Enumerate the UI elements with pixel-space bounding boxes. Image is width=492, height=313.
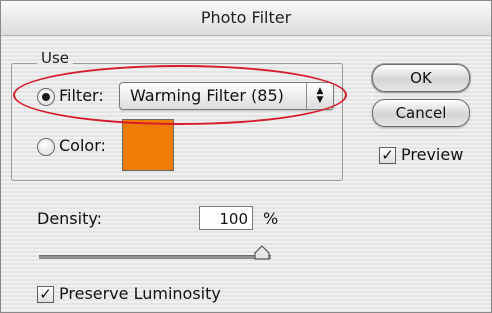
- density-label: Density:: [37, 209, 103, 228]
- preview-label: Preview: [401, 145, 464, 164]
- use-group-label: Use: [37, 49, 74, 67]
- checkmark-icon: ✓: [39, 285, 52, 303]
- color-swatch[interactable]: [122, 119, 174, 171]
- preview-checkbox[interactable]: ✓: [379, 147, 396, 164]
- window-titlebar[interactable]: Photo Filter: [1, 1, 491, 36]
- photo-filter-dialog: Photo Filter Use Filter: Warming Filter …: [0, 0, 492, 313]
- stepper-arrows-icon: ▲ ▼: [306, 83, 333, 109]
- window-title: Photo Filter: [200, 8, 292, 27]
- density-slider-thumb[interactable]: [253, 245, 271, 261]
- checkmark-icon: ✓: [381, 146, 394, 164]
- density-unit: %: [263, 209, 279, 228]
- density-slider-track[interactable]: [39, 255, 271, 259]
- use-group-box: [11, 63, 343, 181]
- radio-selected-dot: [42, 93, 50, 101]
- cancel-button[interactable]: Cancel: [372, 99, 470, 127]
- filter-select[interactable]: Warming Filter (85) ▲ ▼: [119, 82, 334, 110]
- ok-button[interactable]: OK: [372, 64, 470, 92]
- filter-select-value: Warming Filter (85): [130, 86, 284, 105]
- filter-label: Filter:: [59, 86, 104, 105]
- preserve-luminosity-checkbox[interactable]: ✓: [37, 286, 54, 303]
- density-input[interactable]: 100: [199, 206, 253, 230]
- color-label: Color:: [59, 136, 106, 155]
- filter-radio[interactable]: [37, 88, 55, 106]
- color-radio[interactable]: [37, 138, 55, 156]
- preserve-luminosity-label: Preserve Luminosity: [59, 284, 221, 303]
